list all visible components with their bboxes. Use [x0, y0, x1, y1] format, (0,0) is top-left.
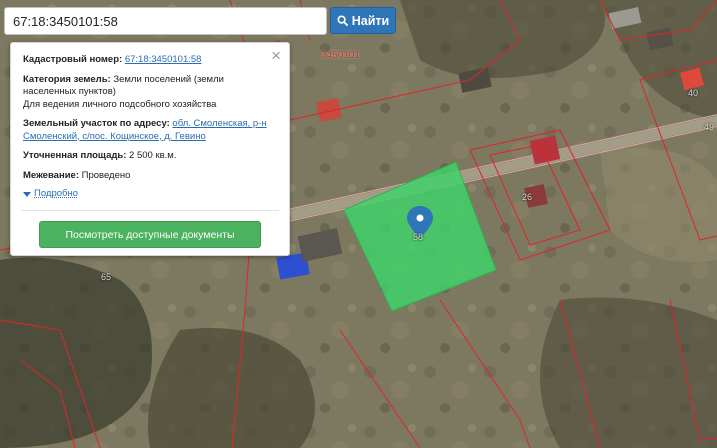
area-label: Уточненная площадь:	[23, 150, 127, 161]
close-icon[interactable]: ×	[271, 47, 281, 64]
survey-value: Проведено	[81, 169, 131, 181]
popup-divider	[21, 209, 279, 211]
search-button-label: Найти	[351, 13, 390, 28]
parcel-label-49: 49	[704, 122, 715, 132]
search-input[interactable]	[4, 7, 327, 35]
survey-row: Межевание: Проведено	[23, 170, 277, 183]
quarter-label: 3450101	[321, 50, 360, 61]
address-row: Земельный участок по адресу: обл. Смолен…	[23, 118, 277, 143]
area-row: Уточненная площадь: 2 500 кв.м.	[23, 150, 277, 163]
parcel-label-58: 58	[413, 232, 424, 242]
category-label: Категория земель:	[23, 73, 111, 85]
usage-value: Для ведения личного подсобного хозяйства	[23, 98, 217, 110]
view-documents-button[interactable]: Посмотреть доступные документы	[39, 221, 261, 248]
cadastral-number-link[interactable]: 67:18:3450101:58	[125, 54, 202, 65]
details-toggle-label: Подробно	[34, 188, 78, 200]
cadastral-label: Кадастровый номер:	[23, 54, 123, 65]
parcel-info-popup: × Кадастровый номер: 67:18:3450101:58 Ка…	[10, 42, 290, 256]
cadastral-row: Кадастровый номер: 67:18:3450101:58	[23, 54, 277, 67]
parcel-label-26: 26	[522, 192, 533, 202]
search-button[interactable]: Найти	[330, 7, 396, 34]
parcel-label-65: 65	[101, 272, 112, 282]
address-label: Земельный участок по адресу:	[23, 118, 170, 129]
details-toggle[interactable]: Подробно	[23, 188, 78, 201]
caret-down-icon	[23, 192, 31, 197]
area-value: 2 500 кв.м.	[129, 150, 177, 161]
category-row: Категория земель: Земли поселений (земли…	[23, 74, 277, 112]
survey-label: Межевание:	[23, 169, 79, 181]
tree-area	[540, 297, 717, 448]
search-icon	[337, 15, 348, 26]
parcel-label-40: 40	[688, 88, 699, 98]
